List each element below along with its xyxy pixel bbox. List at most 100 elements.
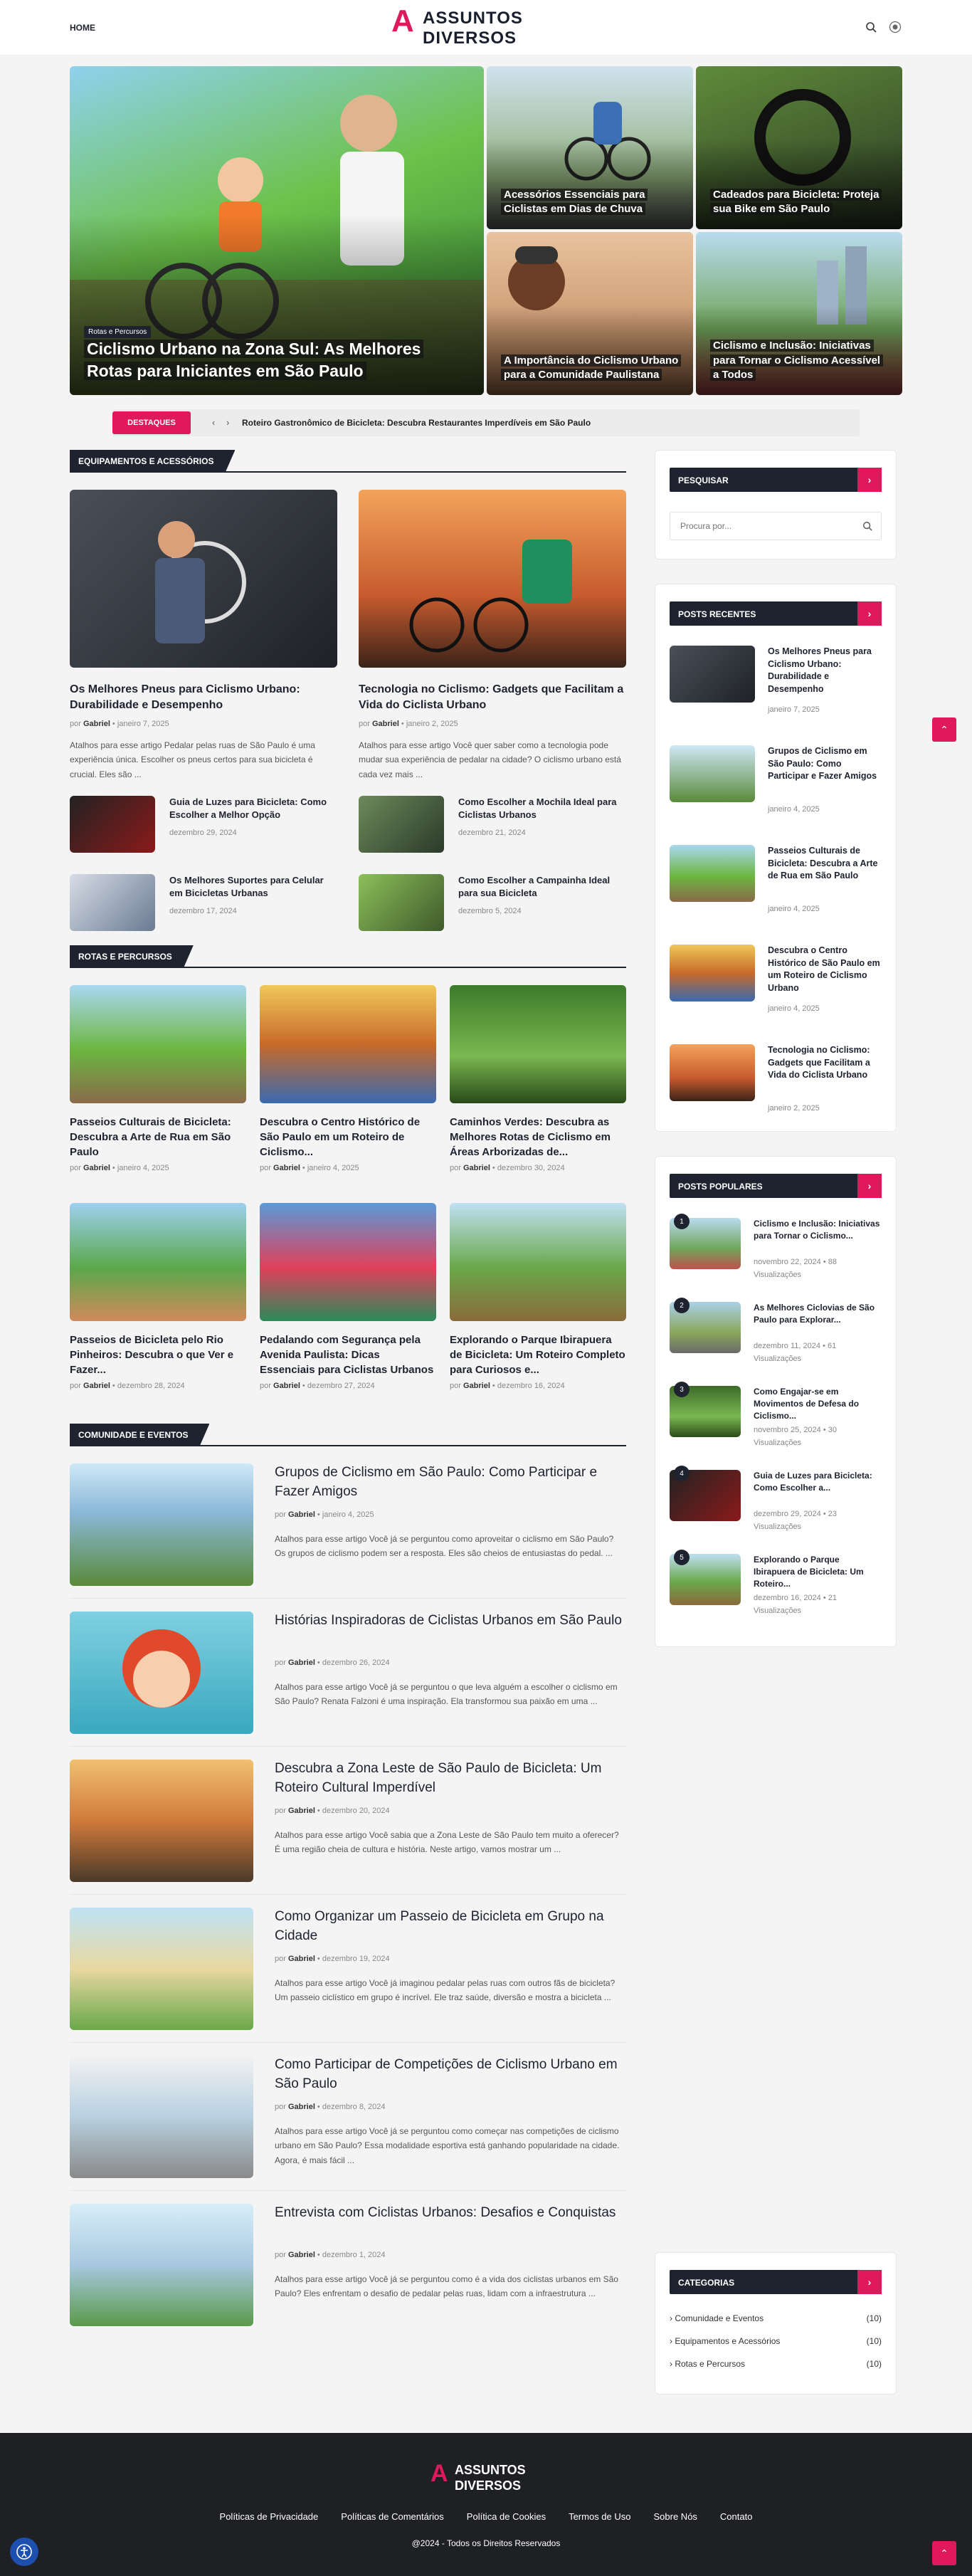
- category-name[interactable]: Equipamentos e Acessórios: [675, 2336, 780, 2346]
- category-name[interactable]: Comunidade e Eventos: [675, 2313, 764, 2323]
- hero-post-1[interactable]: Acessórios Essenciais para Ciclistas em …: [487, 66, 693, 229]
- post-thumbnail[interactable]: [70, 490, 337, 668]
- recent-post-item[interactable]: Tecnologia no Ciclismo: Gadgets que Faci…: [670, 1044, 883, 1115]
- grid-post[interactable]: Descubra o Centro Histórico de São Paulo…: [260, 985, 436, 1172]
- list-post[interactable]: Entrevista com Ciclistas Urbanos: Desafi…: [70, 2204, 626, 2339]
- recent-post-item[interactable]: Os Melhores Pneus para Ciclismo Urbano: …: [670, 646, 883, 731]
- theme-toggle-icon[interactable]: [888, 20, 902, 34]
- post-thumbnail[interactable]: [670, 1044, 755, 1101]
- post-thumbnail[interactable]: [70, 1463, 253, 1586]
- hero-post-3[interactable]: A Importância do Ciclismo Urbano para a …: [487, 232, 693, 395]
- popular-post-item[interactable]: 2 As Melhores Ciclovias de São Paulo par…: [670, 1298, 883, 1373]
- post-thumbnail[interactable]: [70, 2056, 253, 2178]
- post-thumbnail[interactable]: [70, 874, 155, 931]
- post-title[interactable]: Explorando o Parque Ibirapuera de Bicicl…: [450, 1332, 626, 1377]
- post-title[interactable]: Tecnologia no Ciclismo: Gadgets que Faci…: [359, 682, 626, 714]
- list-post[interactable]: Como Organizar um Passeio de Bicicleta e…: [70, 1908, 626, 2043]
- post-title[interactable]: Passeios Culturais de Bicicleta: Descubr…: [70, 1115, 246, 1160]
- post-title[interactable]: Guia de Luzes para Bicicleta: Como Escol…: [754, 1470, 883, 1494]
- list-post[interactable]: Descubra a Zona Leste de São Paulo de Bi…: [70, 1760, 626, 1895]
- section-title[interactable]: EQUIPAMENTOS E ACESSÓRIOS: [70, 450, 235, 473]
- category-item[interactable]: › Equipamentos e Acessórios (10): [670, 2330, 882, 2352]
- post-title[interactable]: Os Melhores Pneus para Ciclismo Urbano: …: [768, 646, 883, 695]
- recent-post-item[interactable]: Passeios Culturais de Bicicleta: Descubr…: [670, 845, 883, 930]
- post-author[interactable]: Gabriel: [288, 2103, 315, 2111]
- post-title[interactable]: Grupos de Ciclismo em São Paulo: Como Pa…: [768, 745, 883, 783]
- post-thumbnail[interactable]: [670, 945, 755, 1002]
- post-author[interactable]: Gabriel: [83, 720, 110, 728]
- post-title[interactable]: Guia de Luzes para Bicicleta: Como Escol…: [169, 796, 337, 821]
- list-post[interactable]: Histórias Inspiradoras de Ciclistas Urba…: [70, 1612, 626, 1747]
- post-thumbnail[interactable]: [70, 2204, 253, 2326]
- site-logo[interactable]: A ASSUNTOS DIVERSOS: [391, 6, 562, 50]
- footer-link-cookies[interactable]: Política de Cookies: [467, 2511, 546, 2522]
- post-title[interactable]: Como Engajar-se em Movimentos de Defesa …: [754, 1386, 883, 1421]
- category-item[interactable]: › Comunidade e Eventos (10): [670, 2307, 882, 2330]
- recent-post-item[interactable]: Descubra o Centro Histórico de São Paulo…: [670, 945, 883, 1030]
- hero-post-4-title[interactable]: Ciclismo e Inclusão: Iniciativas para To…: [710, 340, 884, 381]
- post-title[interactable]: Explorando o Parque Ibirapuera de Bicicl…: [754, 1554, 883, 1589]
- post-thumbnail[interactable]: [670, 745, 755, 802]
- post-author[interactable]: Gabriel: [288, 1955, 315, 1963]
- section-title[interactable]: ROTAS E PERCURSOS: [70, 945, 194, 968]
- post-thumbnail[interactable]: [260, 1203, 436, 1321]
- post-author[interactable]: Gabriel: [288, 1658, 315, 1667]
- category-name[interactable]: Rotas e Percursos: [675, 2359, 745, 2369]
- post-author[interactable]: Gabriel: [288, 1510, 315, 1519]
- ticker-arrows-icon[interactable]: ‹ ›: [212, 417, 233, 428]
- scroll-top-button[interactable]: ⌃: [932, 2541, 956, 2565]
- footer-logo[interactable]: A ASSUNTOS DIVERSOS: [430, 2461, 544, 2496]
- scroll-top-button[interactable]: ⌃: [932, 717, 956, 742]
- footer-link-comments[interactable]: Políticas de Comentários: [341, 2511, 444, 2522]
- post-title[interactable]: Os Melhores Pneus para Ciclismo Urbano: …: [70, 682, 337, 714]
- post-thumbnail[interactable]: [450, 1203, 626, 1321]
- post-title[interactable]: Os Melhores Suportes para Celular em Bic…: [169, 874, 337, 900]
- post-thumbnail[interactable]: [70, 1203, 246, 1321]
- hero-main-title[interactable]: Ciclismo Urbano na Zona Sul: As Melhores…: [84, 339, 424, 380]
- post-author[interactable]: Gabriel: [372, 720, 399, 728]
- search-icon[interactable]: [862, 521, 872, 535]
- post-title[interactable]: Entrevista com Ciclistas Urbanos: Desafi…: [275, 2204, 626, 2223]
- list-item[interactable]: Os Melhores Suportes para Celular em Bic…: [70, 874, 337, 931]
- list-item[interactable]: Como Escolher a Mochila Ideal para Cicli…: [359, 796, 626, 853]
- post-title[interactable]: Passeios Culturais de Bicicleta: Descubr…: [768, 845, 883, 883]
- post-thumbnail[interactable]: [670, 845, 755, 902]
- post-thumbnail[interactable]: [70, 796, 155, 853]
- category-item[interactable]: › Rotas e Percursos (10): [670, 2352, 882, 2375]
- post-title[interactable]: Descubra o Centro Histórico de São Paulo…: [260, 1115, 436, 1160]
- grid-post[interactable]: Passeios Culturais de Bicicleta: Descubr…: [70, 985, 246, 1172]
- post-thumbnail[interactable]: [450, 985, 626, 1103]
- post-author[interactable]: Gabriel: [83, 1164, 110, 1172]
- recent-post-item[interactable]: Grupos de Ciclismo em São Paulo: Como Pa…: [670, 745, 883, 831]
- post-title[interactable]: Histórias Inspiradoras de Ciclistas Urba…: [275, 1612, 626, 1631]
- footer-link-privacy[interactable]: Políticas de Privacidade: [220, 2511, 319, 2522]
- grid-post[interactable]: Explorando o Parque Ibirapuera de Bicicl…: [450, 1203, 626, 1390]
- grid-post[interactable]: Pedalando com Segurança pela Avenida Pau…: [260, 1203, 436, 1390]
- post-thumbnail[interactable]: [670, 646, 755, 703]
- post-thumbnail[interactable]: [359, 490, 626, 668]
- post-title[interactable]: Caminhos Verdes: Descubra as Melhores Ro…: [450, 1115, 626, 1160]
- post-title[interactable]: As Melhores Ciclovias de São Paulo para …: [754, 1302, 883, 1326]
- post-thumbnail[interactable]: [70, 1612, 253, 1734]
- post-title[interactable]: Como Escolher a Mochila Ideal para Cicli…: [458, 796, 626, 821]
- post-title[interactable]: Como Organizar um Passeio de Bicicleta e…: [275, 1908, 626, 1945]
- post-title[interactable]: Tecnologia no Ciclismo: Gadgets que Faci…: [768, 1044, 883, 1082]
- popular-post-item[interactable]: 5 Explorando o Parque Ibirapuera de Bici…: [670, 1550, 883, 1625]
- section-title[interactable]: COMUNIDADE E EVENTOS: [70, 1424, 209, 1446]
- post-thumbnail[interactable]: [70, 1760, 253, 1882]
- search-input[interactable]: [670, 512, 881, 540]
- post-author[interactable]: Gabriel: [288, 2251, 315, 2259]
- ticker-link[interactable]: Roteiro Gastronômico de Bicicleta: Descu…: [242, 418, 591, 428]
- footer-link-about[interactable]: Sobre Nós: [654, 2511, 697, 2522]
- grid-post[interactable]: Caminhos Verdes: Descubra as Melhores Ro…: [450, 985, 626, 1172]
- nav-home-link[interactable]: HOME: [70, 23, 95, 33]
- hero-post-3-title[interactable]: A Importância do Ciclismo Urbano para a …: [501, 354, 682, 381]
- footer-link-terms[interactable]: Termos de Uso: [569, 2511, 630, 2522]
- hero-post-2[interactable]: Cadeados para Bicicleta: Proteja sua Bik…: [696, 66, 902, 229]
- hero-post-4[interactable]: Ciclismo e Inclusão: Iniciativas para To…: [696, 232, 902, 395]
- list-item[interactable]: Como Escolher a Campainha Ideal para sua…: [359, 874, 626, 931]
- post-title[interactable]: Como Escolher a Campainha Ideal para sua…: [458, 874, 626, 900]
- featured-post[interactable]: Os Melhores Pneus para Ciclismo Urbano: …: [70, 490, 337, 782]
- post-thumbnail[interactable]: [359, 796, 444, 853]
- post-title[interactable]: Grupos de Ciclismo em São Paulo: Como Pa…: [275, 1463, 626, 1501]
